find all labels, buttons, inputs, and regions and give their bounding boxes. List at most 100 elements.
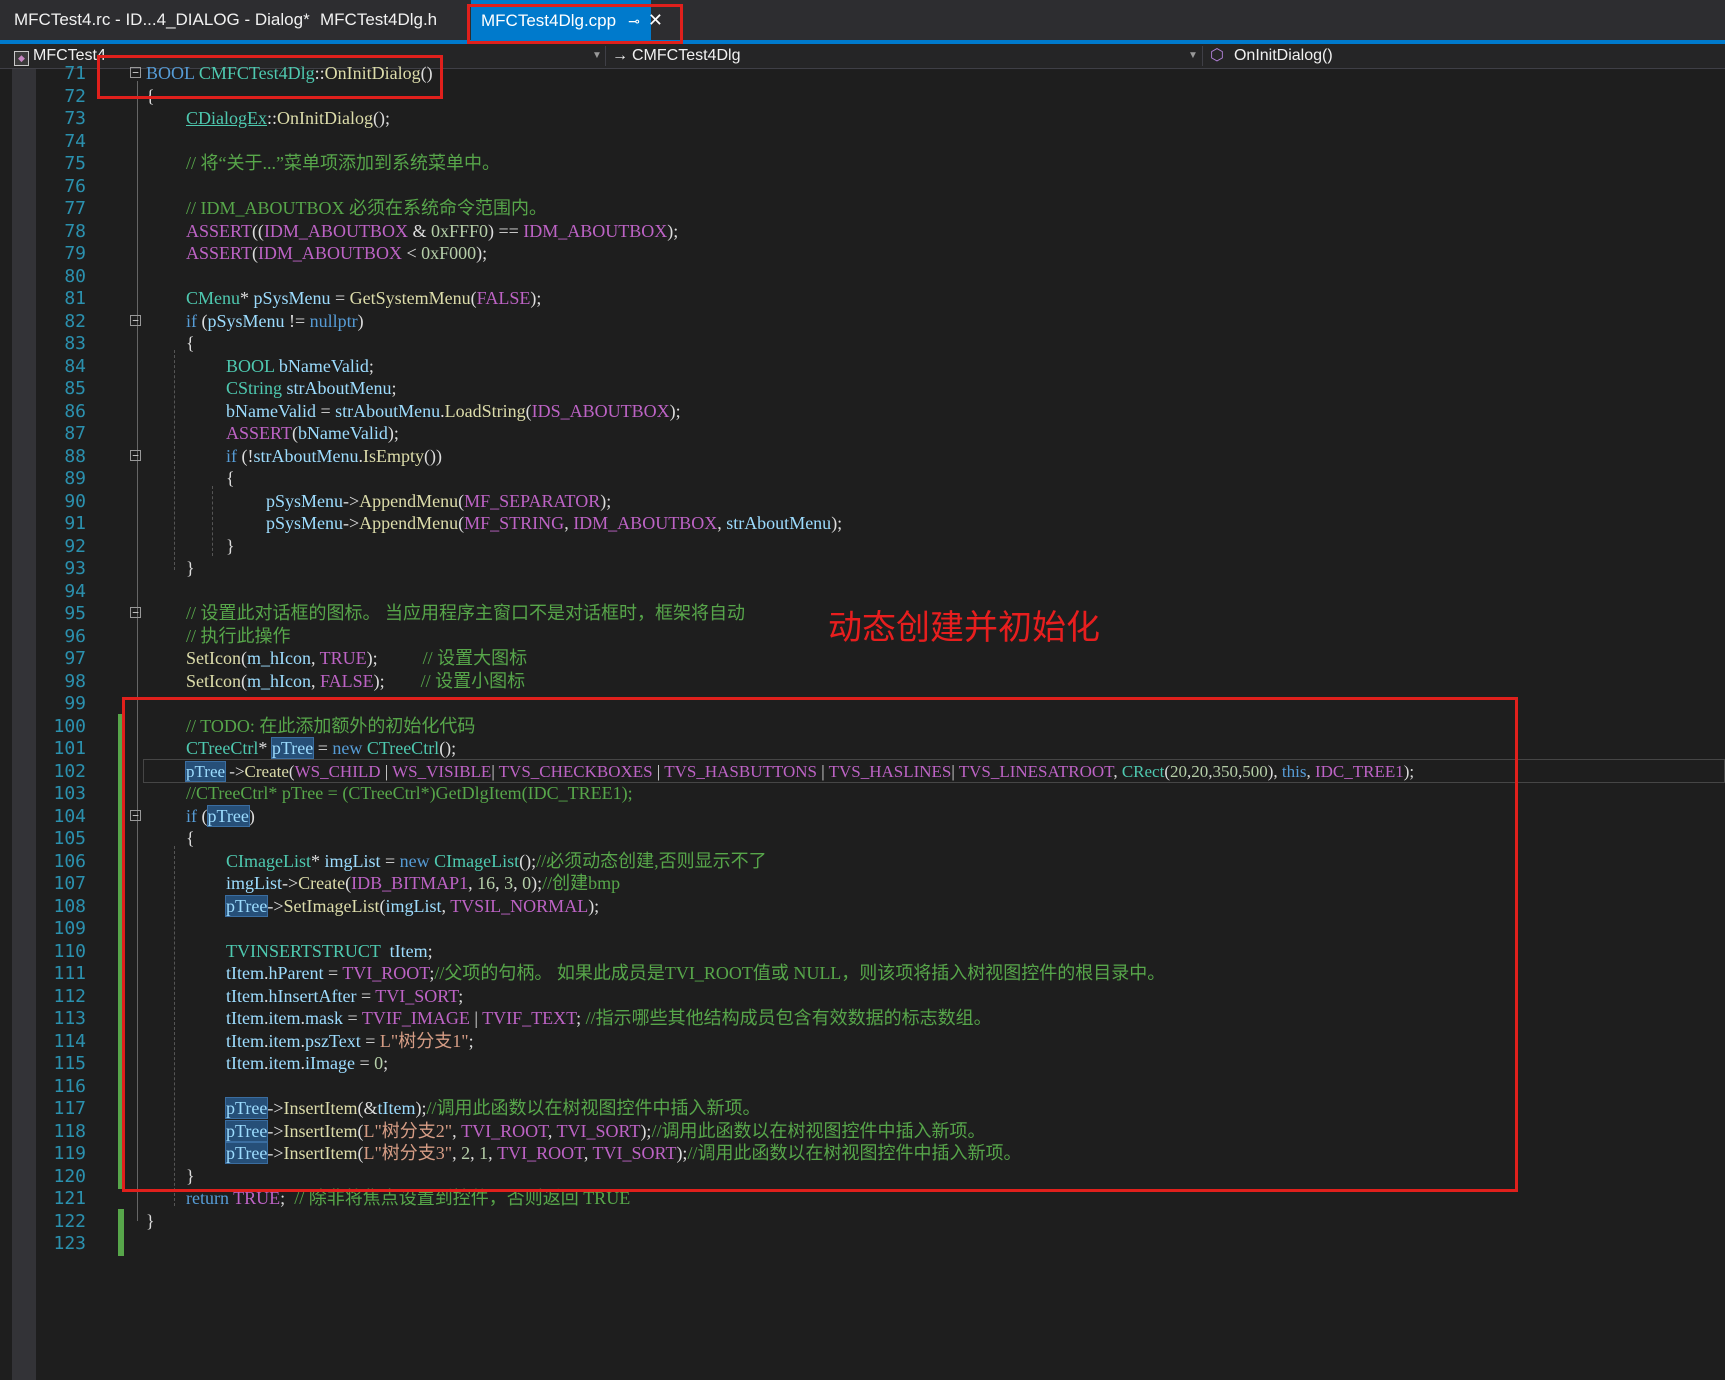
line-number: 100 [53, 715, 86, 737]
code-line: 75 // 将“关于...”菜单项添加到系统菜单中。 [0, 151, 1725, 176]
code-line: 98 SetIcon(m_hIcon, FALSE); // 设置小图标 [0, 669, 1725, 694]
code-text: CString strAboutMenu; [226, 378, 397, 398]
collapse-icon[interactable]: − [130, 314, 141, 326]
line-number: 120 [53, 1165, 86, 1187]
code-line: 77 // IDM_ABOUTBOX 必须在系统命令范围内。 [0, 196, 1725, 221]
code-text: CDialogEx::OnInitDialog(); [186, 108, 391, 128]
code-line: 81 CMenu* pSysMenu = GetSystemMenu(FALSE… [0, 286, 1725, 311]
code-text: pSysMenu->AppendMenu(MF_STRING, IDM_ABOU… [266, 513, 843, 533]
line-number: 102 [53, 760, 86, 782]
line-number: 85 [64, 378, 86, 399]
annotation-label: 动态创建并初始化 [828, 608, 1100, 648]
line-number: 107 [53, 873, 86, 894]
code-text: ASSERT(bNameValid); [226, 423, 399, 443]
annotation-box-tab [467, 4, 683, 44]
line-number: 75 [64, 153, 86, 174]
line-number: 83 [64, 333, 86, 354]
line-number: 99 [64, 693, 86, 714]
line-number: 109 [53, 918, 86, 939]
code-line: 88 − if (!strAboutMenu.IsEmpty()) [0, 444, 1725, 469]
line-number: 87 [64, 423, 86, 444]
code-text: { [226, 468, 235, 488]
line-number: 92 [64, 535, 86, 557]
line-number: 103 [53, 783, 86, 804]
line-number: 105 [53, 828, 86, 849]
annotation-box-function [97, 55, 443, 99]
line-number: 114 [53, 1030, 86, 1052]
line-number: 117 [53, 1098, 86, 1119]
line-number: 73 [64, 108, 86, 129]
annotation-box-init-code [122, 697, 1518, 1192]
line-number: 110 [53, 940, 86, 962]
line-number: 88 [64, 445, 86, 467]
line-number: 108 [53, 895, 86, 917]
code-line: 73 CDialogEx::OnInitDialog(); [0, 106, 1725, 131]
tab-mfctest4dlg-h[interactable]: MFCTest4Dlg.h [320, 0, 437, 40]
line-number: 91 [64, 513, 86, 534]
change-marker [118, 1231, 124, 1256]
line-number: 95 [64, 603, 86, 624]
code-line: 93 } [0, 556, 1725, 581]
code-text: ASSERT(IDM_ABOUTBOX < 0xF000); [186, 243, 488, 263]
line-number: 74 [64, 130, 86, 152]
code-text: if (pSysMenu != nullptr) [186, 310, 364, 331]
code-text: } [146, 1210, 155, 1231]
line-number: 123 [53, 1233, 86, 1254]
code-line: 97 SetIcon(m_hIcon, TRUE); // 设置大图标 [0, 646, 1725, 671]
line-number: 96 [64, 625, 86, 647]
code-comment: // 将“关于...”菜单项添加到系统菜单中。 [186, 153, 500, 173]
code-text: BOOL bNameValid; [226, 355, 374, 376]
line-number: 113 [53, 1008, 86, 1029]
line-number: 82 [64, 310, 86, 332]
code-text: pSysMenu->AppendMenu(MF_SEPARATOR); [266, 490, 612, 511]
line-number: 115 [53, 1053, 86, 1074]
code-text: } [186, 558, 195, 578]
change-marker [118, 1208, 124, 1234]
line-number: 89 [64, 468, 86, 489]
code-line: 85 CString strAboutMenu; [0, 376, 1725, 401]
code-line: 84 BOOL bNameValid; [0, 354, 1725, 379]
line-number: 94 [64, 580, 86, 602]
line-number: 78 [64, 220, 86, 242]
code-line: 87 ASSERT(bNameValid); [0, 421, 1725, 446]
code-line: 86 bNameValid = strAboutMenu.LoadString(… [0, 399, 1725, 424]
line-number: 119 [53, 1143, 86, 1164]
line-number: 90 [64, 490, 86, 512]
line-number: 104 [53, 805, 86, 827]
line-number: 76 [64, 175, 86, 197]
code-text: } [226, 535, 235, 556]
code-text: bNameValid = strAboutMenu.LoadString(IDS… [226, 400, 681, 421]
code-text: CMenu* pSysMenu = GetSystemMenu(FALSE); [186, 288, 542, 308]
code-comment: // IDM_ABOUTBOX 必须在系统命令范围内。 [186, 198, 548, 218]
collapse-icon[interactable]: − [130, 607, 141, 618]
code-line: 74 [0, 129, 1725, 154]
code-text: { [186, 333, 195, 353]
line-number: 77 [64, 198, 86, 219]
line-number: 111 [53, 963, 86, 984]
collapse-icon[interactable]: − [130, 449, 141, 461]
line-number: 84 [64, 355, 86, 377]
code-line: 92 } [0, 534, 1725, 559]
code-line: 78 ASSERT((IDM_ABOUTBOX & 0xFFF0) == IDM… [0, 219, 1725, 244]
line-number: 122 [53, 1210, 86, 1232]
code-text: SetIcon(m_hIcon, TRUE); // 设置大图标 [186, 648, 528, 668]
code-text: SetIcon(m_hIcon, FALSE); // 设置小图标 [186, 670, 526, 691]
line-number: 116 [53, 1075, 86, 1097]
line-number: 118 [53, 1120, 86, 1142]
line-number: 121 [53, 1188, 86, 1209]
code-text: ASSERT((IDM_ABOUTBOX & 0xFFF0) == IDM_AB… [186, 220, 679, 241]
line-number: 71 [64, 63, 86, 84]
code-line: 76 [0, 174, 1725, 199]
tab-mfctest4-rc[interactable]: MFCTest4.rc - ID...4_DIALOG - Dialog* [14, 0, 310, 40]
line-number: 98 [64, 670, 86, 692]
line-number: 81 [64, 288, 86, 309]
line-number: 106 [53, 850, 86, 872]
line-number: 72 [64, 85, 86, 107]
line-number: 79 [64, 243, 86, 264]
code-line: 80 [0, 264, 1725, 289]
line-number: 80 [64, 265, 86, 287]
code-line: 122 } [0, 1208, 1725, 1234]
line-number: 86 [64, 400, 86, 422]
line-number: 101 [53, 738, 86, 759]
code-comment: // 执行此操作 [186, 625, 291, 646]
